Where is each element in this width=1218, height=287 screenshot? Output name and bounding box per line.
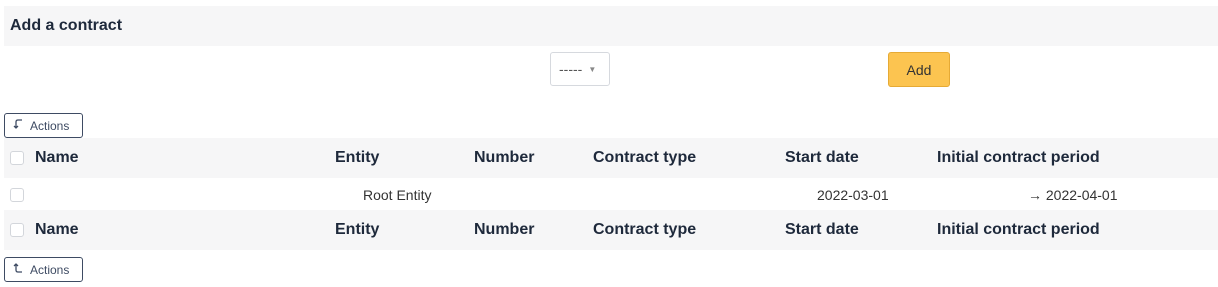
select-all-checkbox[interactable]	[10, 151, 24, 165]
row-initial-period: → 2022-04-01	[1028, 187, 1118, 203]
contract-type-select[interactable]: ----- ▼	[550, 52, 610, 86]
arrow-turn-down-icon	[13, 118, 27, 133]
column-footer-contract-type[interactable]: Contract type	[593, 221, 696, 239]
add-contract-header: Add a contract	[4, 6, 1218, 46]
column-footer-number[interactable]: Number	[474, 221, 534, 239]
column-footer-entity[interactable]: Entity	[335, 221, 379, 239]
column-header-entity[interactable]: Entity	[335, 149, 379, 167]
column-header-contract-type[interactable]: Contract type	[593, 149, 696, 167]
column-header-initial-period[interactable]: Initial contract period	[937, 149, 1100, 167]
row-entity: Root Entity	[363, 187, 432, 203]
actions-label: Actions	[30, 262, 70, 277]
column-header-number[interactable]: Number	[474, 149, 534, 167]
table-header: Name Entity Number Contract type Start d…	[4, 138, 1218, 178]
arrow-turn-up-icon	[13, 262, 27, 277]
chevron-down-icon: ▼	[588, 64, 597, 74]
add-button[interactable]: Add	[888, 52, 950, 87]
column-footer-start-date[interactable]: Start date	[785, 221, 859, 239]
row-checkbox[interactable]	[10, 188, 24, 202]
column-header-start-date[interactable]: Start date	[785, 149, 859, 167]
row-start-date: 2022-03-01	[817, 187, 889, 203]
actions-label: Actions	[30, 118, 70, 133]
column-footer-initial-period[interactable]: Initial contract period	[937, 221, 1100, 239]
select-value: -----	[559, 61, 583, 77]
add-contract-title: Add a contract	[10, 17, 123, 34]
massive-actions-button-top[interactable]: Actions	[4, 113, 83, 138]
table-footer: Name Entity Number Contract type Start d…	[4, 210, 1218, 250]
column-footer-name[interactable]: Name	[35, 221, 79, 239]
massive-actions-button-bottom[interactable]: Actions	[4, 257, 83, 282]
table-row: Root Entity 2022-03-01 → 2022-04-01	[4, 179, 1218, 211]
add-contract-row: ----- ▼ Add	[4, 46, 1218, 94]
select-all-checkbox-footer[interactable]	[10, 223, 24, 237]
column-header-name[interactable]: Name	[35, 149, 79, 167]
